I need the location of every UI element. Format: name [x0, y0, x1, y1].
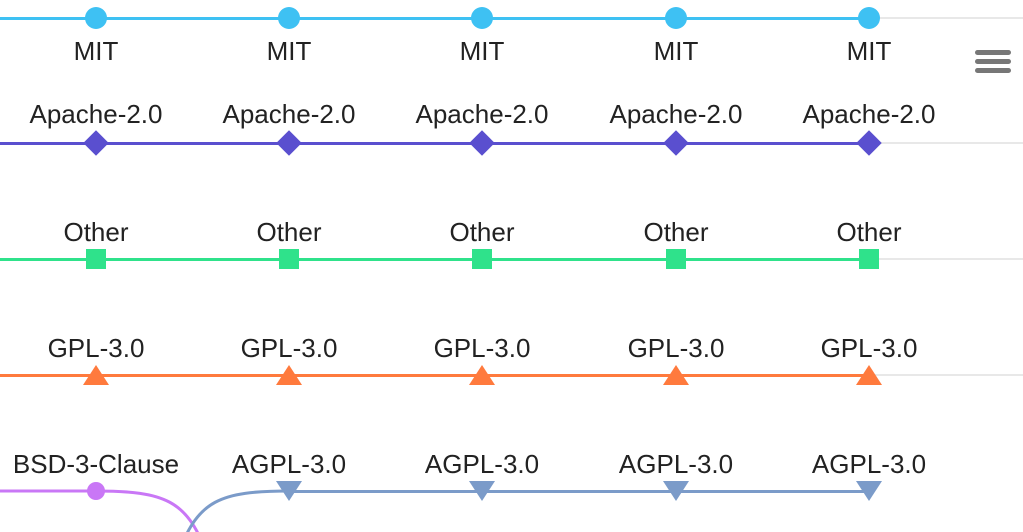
data-point[interactable]: [663, 130, 688, 155]
data-point[interactable]: [86, 249, 106, 269]
point-label: Apache-2.0: [30, 99, 163, 130]
gridline: [869, 258, 1023, 260]
point-label: GPL-3.0: [48, 333, 145, 364]
series-line: [0, 17, 869, 20]
series-line: [179, 491, 289, 532]
point-label: Other: [256, 217, 321, 248]
license-rank-chart: MIT MIT MIT MIT MIT Apache-2.0 Apache-2.0 Apach…: [0, 0, 1023, 532]
data-point[interactable]: [469, 130, 494, 155]
point-label: BSD-3-Clause: [13, 449, 179, 480]
point-label: Other: [449, 217, 514, 248]
point-label: MIT: [847, 36, 892, 67]
data-point[interactable]: [856, 365, 882, 385]
data-point[interactable]: [83, 130, 108, 155]
point-label: Apache-2.0: [416, 99, 549, 130]
series-line: [289, 490, 869, 493]
data-point[interactable]: [472, 249, 492, 269]
series-line: [0, 491, 206, 532]
point-label: MIT: [654, 36, 699, 67]
data-point[interactable]: [856, 130, 881, 155]
point-label: AGPL-3.0: [619, 449, 733, 480]
point-label: GPL-3.0: [628, 333, 725, 364]
point-label: Other: [643, 217, 708, 248]
data-point[interactable]: [856, 481, 882, 501]
point-label: AGPL-3.0: [812, 449, 926, 480]
data-point[interactable]: [85, 7, 107, 29]
data-point[interactable]: [87, 482, 105, 500]
data-point[interactable]: [83, 365, 109, 385]
point-label: MIT: [460, 36, 505, 67]
data-point[interactable]: [469, 481, 495, 501]
data-point[interactable]: [471, 7, 493, 29]
data-point[interactable]: [276, 481, 302, 501]
point-label: Other: [836, 217, 901, 248]
point-label: MIT: [267, 36, 312, 67]
data-point[interactable]: [279, 249, 299, 269]
data-point[interactable]: [666, 249, 686, 269]
data-point[interactable]: [663, 481, 689, 501]
point-label: Apache-2.0: [803, 99, 936, 130]
data-point[interactable]: [278, 7, 300, 29]
data-point[interactable]: [859, 249, 879, 269]
hamburger-menu-icon[interactable]: [975, 46, 1011, 77]
point-label: Apache-2.0: [610, 99, 743, 130]
point-label: Other: [63, 217, 128, 248]
point-label: GPL-3.0: [241, 333, 338, 364]
data-point[interactable]: [858, 7, 880, 29]
point-label: Apache-2.0: [223, 99, 356, 130]
gridline: [869, 142, 1023, 144]
data-point[interactable]: [276, 365, 302, 385]
data-point[interactable]: [469, 365, 495, 385]
point-label: GPL-3.0: [434, 333, 531, 364]
point-label: AGPL-3.0: [425, 449, 539, 480]
point-label: AGPL-3.0: [232, 449, 346, 480]
data-point[interactable]: [276, 130, 301, 155]
series-line: [0, 374, 869, 377]
point-label: MIT: [74, 36, 119, 67]
data-point[interactable]: [663, 365, 689, 385]
series-line: [0, 258, 869, 261]
gridline: [869, 17, 1023, 19]
point-label: GPL-3.0: [821, 333, 918, 364]
series-line: [0, 142, 869, 145]
data-point[interactable]: [665, 7, 687, 29]
gridline: [869, 374, 1023, 376]
